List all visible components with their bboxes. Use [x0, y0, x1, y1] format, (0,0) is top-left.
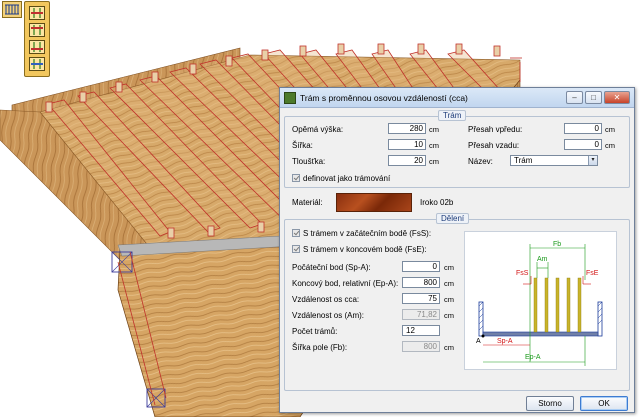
beam-tools-toolbar: [24, 1, 50, 77]
storno-button[interactable]: Storno: [526, 396, 574, 411]
am-label: Am: [537, 256, 548, 263]
close-button[interactable]: ✕: [604, 91, 630, 104]
presah-vzadu-label: Přesah vzadu:: [468, 141, 520, 150]
material-name: Iroko 02b: [420, 198, 454, 207]
presah-vzadu-input[interactable]: 0: [564, 139, 602, 150]
fse-label: S trámem v koncovém bodě (FsE):: [303, 245, 427, 254]
material-swatch[interactable]: [336, 193, 412, 212]
point-a-marker: [481, 334, 485, 338]
left-wall-shape: [478, 301, 484, 337]
vzdalenost-am-input: 71,82: [402, 309, 440, 320]
dialog-title: Trám s proměnnou osovou vzdáleností (cca…: [300, 93, 468, 103]
presah-vpredu-input[interactable]: 0: [564, 123, 602, 134]
spa-diagram-label: Sp-A: [497, 338, 513, 345]
ok-button[interactable]: OK: [580, 396, 628, 411]
dialog-titlebar[interactable]: Trám s proměnnou osovou vzdáleností (cca…: [280, 88, 634, 108]
right-wall-shape: [597, 301, 603, 337]
beam-tool-1-icon[interactable]: [29, 6, 45, 20]
definovat-label: definovat jako trámování: [303, 174, 391, 183]
vzdalenost-am-label: Vzdálenost os (Am):: [292, 311, 365, 320]
opena-vyska-input[interactable]: 280: [388, 123, 426, 134]
koncovy-bod-input[interactable]: 800: [402, 277, 440, 288]
sirka-pole-input: 800: [402, 341, 440, 352]
tloustka-label: Tloušťka:: [292, 157, 326, 166]
sirka-label: Šířka:: [292, 141, 313, 150]
nazev-combobox[interactable]: Trám ▾: [510, 155, 598, 166]
pocatecni-bod-input[interactable]: 0: [402, 261, 440, 272]
a-diagram-label: A: [476, 338, 481, 345]
fb-label: Fb: [553, 241, 561, 248]
vzdalenost-am-unit: cm: [444, 311, 454, 320]
definovat-checkbox[interactable]: [292, 174, 300, 182]
sirka-pole-unit: cm: [444, 343, 454, 352]
sirka-pole-label: Šířka pole (Fb):: [292, 343, 348, 352]
division-diagram: Fb Am FsS FsE A Sp-A Ep-A: [464, 231, 617, 370]
presah-vpredu-label: Přesah vpředu:: [468, 125, 523, 134]
beam-tool-4-icon[interactable]: [29, 57, 45, 71]
joists-shape: [533, 277, 582, 333]
sirka-unit: cm: [429, 141, 439, 150]
presah-vzadu-unit: cm: [605, 141, 615, 150]
koncovy-bod-unit: cm: [444, 279, 454, 288]
beams-icon: [5, 4, 19, 15]
beam-dialog: Trám s proměnnou osovou vzdáleností (cca…: [279, 87, 635, 413]
dialog-app-icon: [284, 92, 296, 104]
nazev-label: Název:: [468, 157, 493, 166]
base-beam-shape: [482, 331, 599, 337]
koncovy-bod-label: Koncový bod, relativní (Ep-A):: [292, 279, 399, 288]
fss-label: S trámem v začátečním bodě (FsS):: [303, 229, 432, 238]
fss-checkbox[interactable]: [292, 229, 300, 237]
opena-vyska-unit: cm: [429, 125, 439, 134]
chevron-down-icon[interactable]: ▾: [588, 156, 597, 165]
vzdalenost-cca-unit: cm: [444, 295, 454, 304]
nazev-value: Trám: [514, 156, 533, 165]
deleni-group-caption: Dělení: [436, 213, 470, 224]
pocet-tramu-input[interactable]: 12: [402, 325, 440, 336]
sirka-input[interactable]: 10: [388, 139, 426, 150]
opena-vyska-label: Opěmá výška:: [292, 125, 344, 134]
view-toolbar-button[interactable]: [2, 1, 22, 18]
material-label: Materiál:: [292, 198, 323, 207]
maximize-button[interactable]: □: [585, 91, 602, 104]
presah-vpredu-unit: cm: [605, 125, 615, 134]
beam-tool-3-icon[interactable]: [29, 40, 45, 54]
fss-diagram-label: FsS: [516, 270, 529, 277]
vzdalenost-cca-label: Vzdálenost os cca:: [292, 295, 360, 304]
vzdalenost-cca-input[interactable]: 75: [402, 293, 440, 304]
tloustka-unit: cm: [429, 157, 439, 166]
fse-checkbox[interactable]: [292, 245, 300, 253]
pocatecni-bod-unit: cm: [444, 263, 454, 272]
tloustka-input[interactable]: 20: [388, 155, 426, 166]
pocatecni-bod-label: Počáteční bod (Sp-A):: [292, 263, 371, 272]
epa-diagram-label: Ep-A: [525, 354, 541, 361]
fse-diagram-label: FsE: [586, 270, 599, 277]
tram-group-caption: Trám: [438, 110, 467, 121]
pocet-tramu-label: Počet trámů:: [292, 327, 338, 336]
minimize-button[interactable]: –: [566, 91, 583, 104]
beam-tool-2-icon[interactable]: [29, 23, 45, 37]
